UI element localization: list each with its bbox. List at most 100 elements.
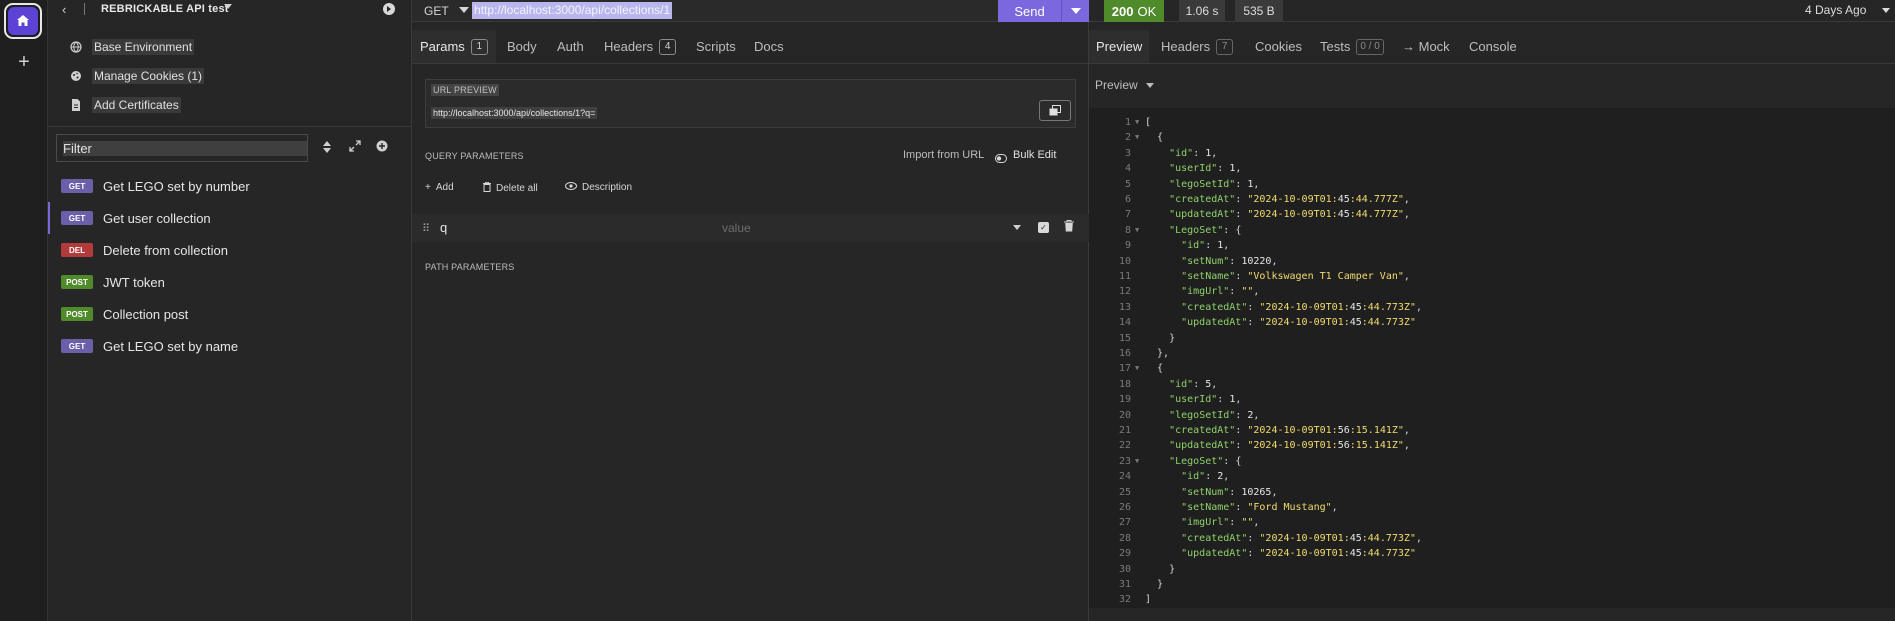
code-text: "updatedAt": "2024-10-09T01:56:15.141Z", [1169, 440, 1410, 452]
method-badge: GET [61, 339, 93, 353]
params-count-badge: 1 [470, 38, 488, 55]
param-key-input[interactable]: q [440, 220, 447, 235]
cookie-icon [68, 68, 84, 84]
collection-title[interactable]: REBRICKABLE API test [101, 3, 229, 15]
filter-field[interactable] [56, 134, 308, 162]
code-text: "userId": 1, [1169, 394, 1242, 406]
fold-caret-icon[interactable]: ▼ [1135, 361, 1139, 376]
tab-preview[interactable]: Preview [1089, 30, 1150, 63]
copy-url-button[interactable] [1039, 100, 1071, 121]
delete-all-button[interactable]: Delete all [483, 181, 538, 195]
collection-menu-caret-icon[interactable] [224, 4, 232, 9]
add-param-button[interactable]: + Add [425, 182, 454, 193]
home-button[interactable] [4, 3, 42, 39]
bulk-edit-link[interactable]: Bulk Edit [1013, 149, 1056, 161]
home-icon [8, 7, 38, 35]
param-enabled-checkbox[interactable]: ✓ [1038, 222, 1049, 233]
code-text: ] [1145, 594, 1152, 606]
add-request-icon[interactable] [374, 140, 390, 156]
code-line: 10 "setNum": 10220, [1089, 254, 1895, 269]
tab-body[interactable]: Body [507, 30, 537, 63]
tab-console[interactable]: Console [1469, 30, 1517, 63]
fold-caret-icon[interactable]: ▼ [1135, 223, 1139, 238]
code-text: { [1145, 363, 1164, 375]
tab-auth[interactable]: Auth [557, 30, 584, 63]
drag-handle-icon[interactable]: ⠿ [422, 222, 430, 235]
code-text: } [1145, 332, 1176, 344]
line-number: 27 [1118, 517, 1131, 529]
description-toggle-button[interactable]: Description [565, 182, 632, 193]
code-text: }, [1145, 348, 1170, 359]
add-param-label: Add [435, 182, 454, 193]
header-separator [84, 3, 85, 15]
copy-icon [1049, 105, 1061, 116]
code-line: 28 "createdAt": "2024-10-09T01:45:44.773… [1089, 531, 1895, 546]
bulk-edit-toggle-icon[interactable] [995, 151, 1007, 166]
expand-icon[interactable] [347, 140, 363, 156]
code-text: "setNum": 10265, [1181, 486, 1278, 498]
fold-caret-icon[interactable]: ▼ [1135, 115, 1139, 130]
tab-cookies[interactable]: Cookies [1255, 30, 1302, 63]
method-caret-icon[interactable] [459, 7, 469, 13]
sort-icon[interactable] [319, 140, 335, 156]
base-environment-item[interactable]: Base Environment [68, 38, 195, 56]
plus-icon: + [425, 182, 431, 193]
request-item[interactable]: GET Get LEGO set by number [48, 170, 411, 202]
filter-input[interactable] [57, 135, 307, 161]
request-item[interactable]: DEL Delete from collection [48, 234, 411, 266]
request-name: Get LEGO set by number [103, 178, 250, 194]
tab-docs[interactable]: Docs [754, 30, 784, 63]
tab-params-label: Params [420, 39, 465, 54]
sidebar-divider [48, 126, 412, 127]
send-button[interactable]: Send [998, 0, 1062, 22]
request-name: JWT token [103, 274, 165, 290]
line-number: 10 [1118, 255, 1131, 267]
tab-scripts[interactable]: Scripts [696, 30, 736, 63]
code-text: } [1145, 579, 1164, 590]
request-item[interactable]: POST Collection post [48, 298, 411, 330]
preview-mode-caret-icon[interactable] [1146, 83, 1154, 88]
back-chevron-icon[interactable]: ‹ [62, 2, 74, 17]
url-input[interactable]: http://localhost:3000/api/collections/1 [472, 2, 673, 19]
query-parameters-heading: QUERY PARAMETERS [425, 151, 524, 161]
request-item[interactable]: POST JWT token [48, 266, 411, 298]
tab-params[interactable]: Params 1 [412, 30, 496, 63]
fold-caret-icon[interactable]: ▼ [1135, 454, 1139, 469]
send-options-caret-icon[interactable] [1062, 0, 1089, 22]
method-selector[interactable]: GET [424, 4, 449, 18]
history-dropdown[interactable]: 4 Days Ago [1805, 3, 1866, 17]
tab-response-headers[interactable]: Headers 7 [1161, 30, 1234, 63]
add-certificates-item[interactable]: Add Certificates [68, 96, 181, 114]
request-item-active[interactable]: GET Get user collection [48, 202, 411, 234]
tab-mock[interactable]: → Mock [1402, 30, 1450, 63]
tab-tests[interactable]: Tests 0 / 0 [1320, 30, 1384, 63]
code-text: "LegoSet": { [1169, 455, 1242, 467]
url-bar: GET http://localhost:3000/api/collection… [412, 0, 1089, 22]
path-parameters-heading: PATH PARAMETERS [425, 262, 515, 272]
new-project-plus-icon[interactable]: + [14, 52, 34, 72]
globe-icon [68, 39, 84, 55]
tab-headers-label: Headers [604, 39, 654, 54]
code-text: "id": 5, [1169, 378, 1218, 390]
response-body-viewer[interactable]: 1 ▼[2 ▼ {3 "id": 1, 4 "userId": 1, 5 "legoSe… [1089, 108, 1895, 608]
code-text: "setNum": 10220, [1181, 255, 1278, 267]
code-line: 2 ▼ { [1089, 130, 1895, 145]
run-collection-icon[interactable] [383, 3, 395, 15]
param-type-caret-icon[interactable] [1013, 225, 1021, 230]
line-number: 6 [1124, 194, 1131, 205]
delete-param-icon[interactable] [1064, 220, 1074, 235]
param-value-input[interactable]: value [722, 221, 751, 235]
code-line: 24 "id": 2, [1089, 469, 1895, 484]
tab-headers[interactable]: Headers 4 [604, 30, 677, 63]
request-item[interactable]: GET Get LEGO set by name [48, 330, 411, 362]
fold-caret-icon[interactable]: ▼ [1135, 130, 1139, 145]
import-from-url-link[interactable]: Import from URL [903, 149, 984, 161]
url-preview-text: http://localhost:3000/api/collections/1?… [431, 107, 598, 119]
preview-mode-dropdown[interactable]: Preview [1095, 78, 1138, 92]
code-text: "id": 1, [1169, 147, 1218, 159]
request-panel: GET http://localhost:3000/api/collection… [412, 0, 1089, 621]
line-number: 3 [1124, 147, 1131, 159]
history-caret-icon[interactable] [1882, 8, 1890, 13]
manage-cookies-item[interactable]: Manage Cookies (1) [68, 67, 205, 85]
request-tabs: Params 1 Body Auth Headers 4 Scripts Doc… [412, 30, 1089, 64]
